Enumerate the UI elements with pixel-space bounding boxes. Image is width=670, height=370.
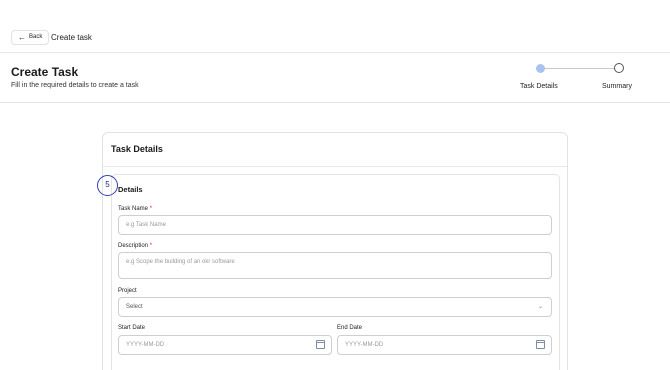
page-subtitle: Fill in the required details to create a… (11, 82, 139, 89)
card-header: Task Details (103, 133, 567, 167)
top-bar: ← Back Create task (0, 0, 670, 53)
end-date-placeholder: YYYY-MM-DD (345, 342, 384, 348)
task-name-label-text: Task Name (118, 206, 149, 212)
description-label-text: Description (118, 243, 149, 249)
back-button[interactable]: ← Back (11, 30, 50, 45)
calendar-icon[interactable] (536, 340, 545, 349)
step-indicator-task-details[interactable] (536, 64, 545, 73)
back-label: Back (29, 34, 43, 40)
end-date-input[interactable]: YYYY-MM-DD (337, 335, 552, 355)
description-textarea[interactable]: e.g Scope the building of an okr softwar… (118, 252, 552, 279)
project-select-value: Select (126, 304, 143, 310)
step-label-task-details: Task Details (520, 83, 558, 90)
page-header: Create Task Fill in the required details… (0, 53, 670, 103)
task-name-label: Task Name * (118, 206, 152, 212)
required-marker: * (149, 243, 153, 249)
stepper-connector (541, 68, 619, 69)
start-date-input[interactable]: YYYY-MM-DD (118, 335, 332, 355)
task-name-input[interactable]: e.g Task Name (118, 215, 552, 235)
project-label: Project (118, 288, 137, 294)
arrow-left-icon: ← (18, 33, 26, 42)
card-title: Task Details (111, 144, 163, 154)
page-title: Create Task (11, 65, 79, 79)
start-date-placeholder: YYYY-MM-DD (126, 342, 165, 348)
description-label: Description * (118, 243, 152, 249)
end-date-label: End Date (337, 325, 363, 331)
breadcrumb: Create task (51, 33, 92, 42)
required-marker: * (149, 206, 153, 212)
chevron-down-icon: ⌄ (537, 304, 543, 310)
step-label-summary: Summary (602, 83, 632, 90)
step-indicator-summary[interactable] (614, 63, 624, 73)
calendar-icon[interactable] (316, 340, 325, 349)
start-date-label: Start Date (118, 325, 146, 331)
step-number-badge: 5 (97, 175, 118, 196)
project-select[interactable]: Select ⌄ (118, 297, 552, 317)
section-title: Details (118, 185, 143, 194)
